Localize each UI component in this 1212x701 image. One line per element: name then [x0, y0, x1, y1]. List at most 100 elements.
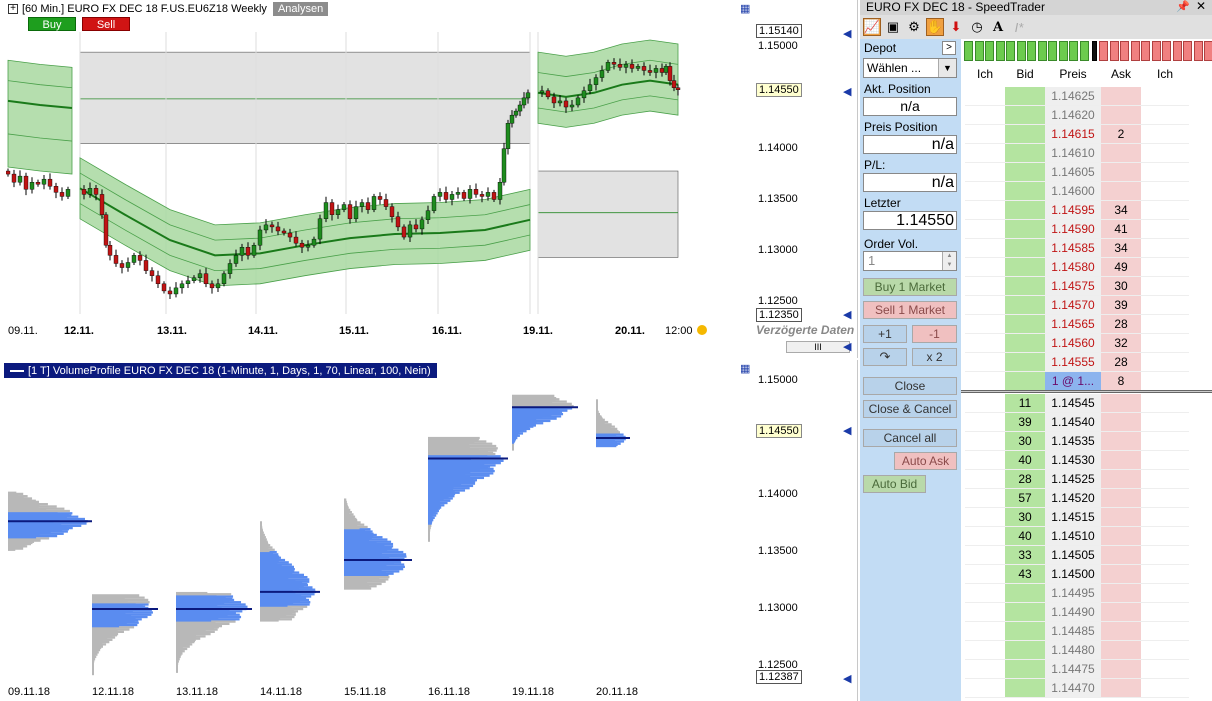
ladder-cell-ich-bid[interactable] [965, 315, 1005, 334]
price-ladder[interactable]: Ich Bid Preis Ask Ich 1.14625 1.14620 1.14… [961, 39, 1212, 701]
ladder-cell-ich-ask[interactable] [1141, 353, 1189, 372]
ladder-row[interactable]: 1.14625 [961, 87, 1212, 106]
ladder-cell-ask[interactable]: 2 [1101, 125, 1141, 144]
ladder-cell-price[interactable]: 1.14620 [1045, 106, 1101, 125]
ladder-cell-ask[interactable] [1101, 641, 1141, 660]
ladder-cell-bid[interactable]: 40 [1005, 527, 1045, 546]
ladder-cell-ich-bid[interactable] [965, 163, 1005, 182]
ladder-cell-ask[interactable] [1101, 451, 1141, 470]
ladder-cell-price[interactable]: 1.14585 [1045, 239, 1101, 258]
ladder-cell-bid[interactable] [1005, 106, 1045, 125]
down-arrow-icon[interactable]: ⬇ [947, 18, 965, 36]
ladder-row[interactable]: 30 1.14535 [961, 432, 1212, 451]
ladder-cell-bid[interactable] [1005, 660, 1045, 679]
ladder-row[interactable]: 28 1.14525 [961, 470, 1212, 489]
expand-icon[interactable]: + [8, 4, 18, 14]
ladder-cell-bid[interactable] [1005, 353, 1045, 372]
ladder-cell-bid[interactable]: 33 [1005, 546, 1045, 565]
ladder-cell-ask[interactable] [1101, 182, 1141, 201]
ladder-cell-ask[interactable] [1101, 527, 1141, 546]
ladder-cell-ich-bid[interactable] [965, 584, 1005, 603]
ladder-cell-ask[interactable] [1101, 470, 1141, 489]
ladder-cell-bid[interactable] [1005, 87, 1045, 106]
analysen-button[interactable]: Analysen [272, 2, 329, 16]
ladder-cell-price[interactable]: 1.14580 [1045, 258, 1101, 277]
ladder-row[interactable]: 1.14490 [961, 603, 1212, 622]
ladder-cell-ich-ask[interactable] [1141, 546, 1189, 565]
sell-button[interactable]: Sell [82, 17, 130, 31]
close-and-cancel-button[interactable]: Close & Cancel [863, 400, 957, 418]
ladder-cell-ask[interactable] [1101, 394, 1141, 413]
ladder-cell-price[interactable]: 1.14560 [1045, 334, 1101, 353]
ladder-cell-ich-ask[interactable] [1141, 679, 1189, 698]
ladder-cell-ich-ask[interactable] [1141, 394, 1189, 413]
ladder-cell-ich-ask[interactable] [1141, 565, 1189, 584]
ladder-cell-bid[interactable] [1005, 315, 1045, 334]
horizontal-scrollbar[interactable]: III [786, 341, 850, 353]
ladder-cell-price[interactable]: 1.14565 [1045, 315, 1101, 334]
ladder-cell-bid[interactable] [1005, 239, 1045, 258]
ladder-cell-price[interactable]: 1.14570 [1045, 296, 1101, 315]
ladder-cell-ich-bid[interactable] [965, 622, 1005, 641]
minus-one-button[interactable]: -1 [912, 325, 957, 343]
ladder-cell-ask[interactable]: 32 [1101, 334, 1141, 353]
ladder-cell-ask[interactable] [1101, 508, 1141, 527]
ladder-row[interactable]: 1.14575 30 [961, 277, 1212, 296]
ladder-cell-ich-ask[interactable] [1141, 372, 1189, 391]
ladder-cell-ich-bid[interactable] [965, 489, 1005, 508]
ladder-cell-bid[interactable] [1005, 163, 1045, 182]
ladder-cell-ich-bid[interactable] [965, 641, 1005, 660]
ladder-cell-price[interactable]: 1.14490 [1045, 603, 1101, 622]
ladder-cell-ich-bid[interactable] [965, 660, 1005, 679]
ladder-cell-ask[interactable] [1101, 622, 1141, 641]
ladder-cell-price[interactable]: 1.14470 [1045, 679, 1101, 698]
ladder-cell-price[interactable]: 1.14535 [1045, 432, 1101, 451]
ladder-cell-ich-ask[interactable] [1141, 470, 1189, 489]
ladder-cell-bid[interactable]: 30 [1005, 508, 1045, 527]
ladder-cell-ask[interactable]: 30 [1101, 277, 1141, 296]
ladder-cell-ask[interactable]: 34 [1101, 201, 1141, 220]
ladder-cell-bid[interactable] [1005, 201, 1045, 220]
ladder-cell-bid[interactable] [1005, 622, 1045, 641]
volume-profile-panel[interactable]: [1 T] VolumeProfile EURO FX DEC 18 (1-Mi… [0, 360, 858, 701]
ladder-cell-ask[interactable]: 28 [1101, 353, 1141, 372]
ladder-row[interactable]: 43 1.14500 [961, 565, 1212, 584]
times-two-button[interactable]: x 2 [912, 348, 957, 366]
ladder-cell-ich-ask[interactable] [1141, 334, 1189, 353]
ladder-cell-ask[interactable]: 39 [1101, 296, 1141, 315]
ladder-cell-ask[interactable]: 41 [1101, 220, 1141, 239]
ladder-row[interactable]: 1.14605 [961, 163, 1212, 182]
ladder-cell-ask[interactable]: 34 [1101, 239, 1141, 258]
ladder-cell-price[interactable]: 1.14485 [1045, 622, 1101, 641]
ladder-cell-bid[interactable]: 39 [1005, 413, 1045, 432]
ladder-cell-bid[interactable] [1005, 277, 1045, 296]
ladder-cell-ich-bid[interactable] [965, 353, 1005, 372]
volume-profile-chart[interactable] [6, 380, 756, 680]
ladder-row[interactable]: 1.14600 [961, 182, 1212, 201]
ladder-cell-price[interactable]: 1.14595 [1045, 201, 1101, 220]
ladder-row[interactable]: 1.14570 39 [961, 296, 1212, 315]
ladder-row[interactable]: 1.14560 32 [961, 334, 1212, 353]
ladder-cell-price[interactable]: 1.14615 [1045, 125, 1101, 144]
order-vol-input[interactable]: 1 ▲ ▼ [863, 251, 957, 271]
ladder-cell-ich-ask[interactable] [1141, 144, 1189, 163]
ladder-cell-bid[interactable]: 40 [1005, 451, 1045, 470]
ladder-cell-ich-bid[interactable] [965, 144, 1005, 163]
ladder-cell-ask[interactable] [1101, 163, 1141, 182]
ladder-cell-bid[interactable] [1005, 603, 1045, 622]
speedtrader-panel[interactable]: EURO FX DEC 18 - SpeedTrader 📌 ✕ 📈 ▣ ⚙ ✋… [860, 0, 1212, 701]
ladder-cell-ask[interactable] [1101, 144, 1141, 163]
ladder-row[interactable]: 1.14585 34 [961, 239, 1212, 258]
ladder-cell-price[interactable]: 1.14510 [1045, 527, 1101, 546]
ladder-cell-ich-ask[interactable] [1141, 239, 1189, 258]
ladder-cell-ich-bid[interactable] [965, 220, 1005, 239]
ladder-row[interactable]: 40 1.14510 [961, 527, 1212, 546]
depot-expand-button[interactable]: > [942, 41, 956, 55]
sell-market-button[interactable]: Sell 1 Market [863, 301, 957, 319]
ladder-cell-ich-ask[interactable] [1141, 622, 1189, 641]
ladder-cell-ich-ask[interactable] [1141, 451, 1189, 470]
cancel-all-button[interactable]: Cancel all [863, 429, 957, 447]
ladder-row[interactable]: 1.14565 28 [961, 315, 1212, 334]
ladder-cell-ich-bid[interactable] [965, 239, 1005, 258]
ladder-cell-ich-ask[interactable] [1141, 489, 1189, 508]
